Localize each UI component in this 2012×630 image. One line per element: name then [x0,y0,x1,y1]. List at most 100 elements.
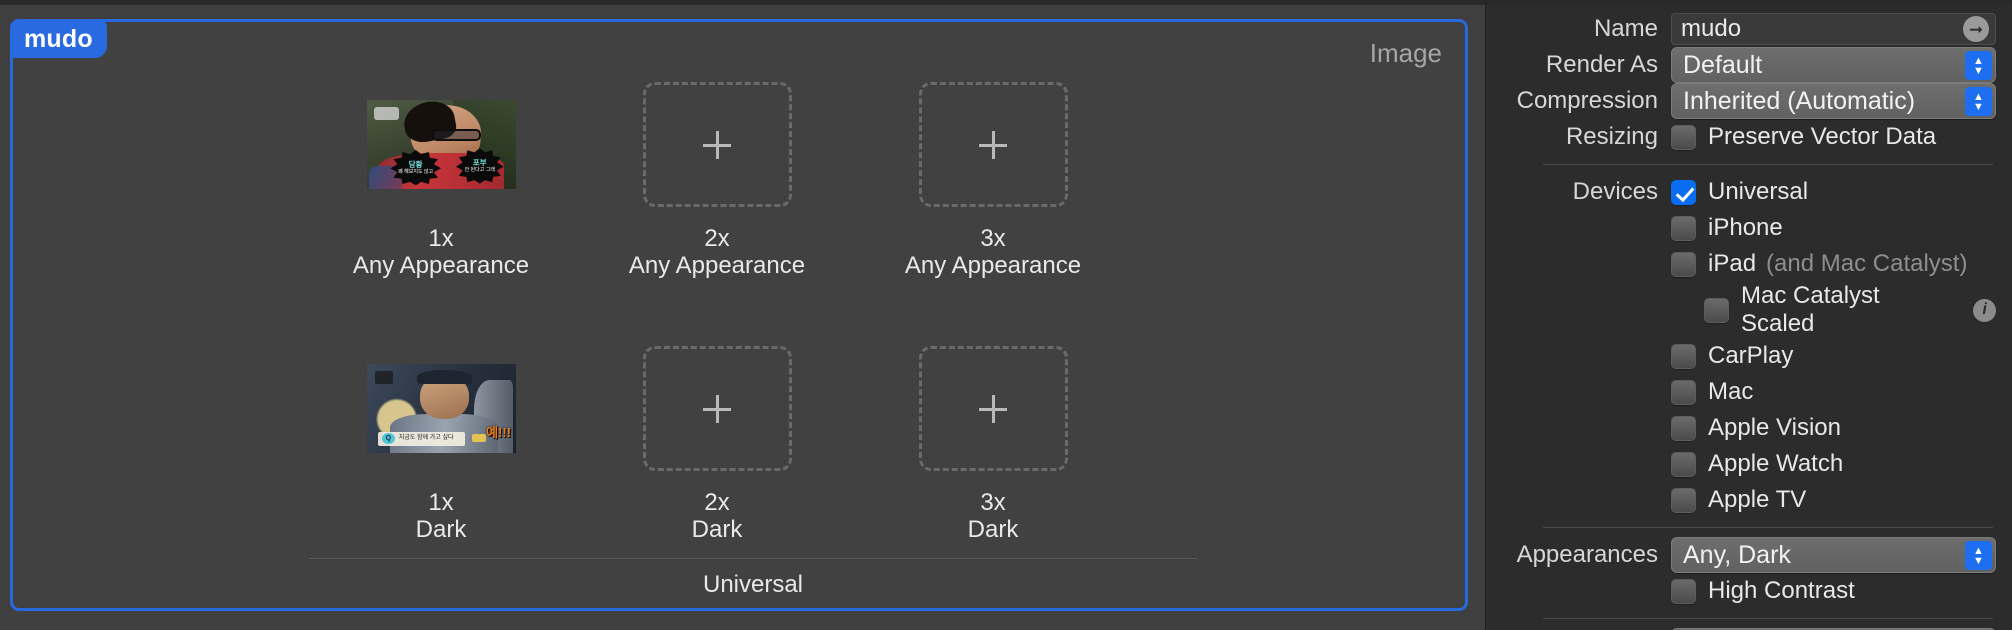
device-label-ipad: iPad [1708,250,1757,277]
device-checkbox-ipad[interactable] [1671,251,1696,277]
high-contrast-checkbox-row[interactable]: High Contrast [1671,574,1855,609]
asset-thumbnail-1x-any[interactable]: 당황 왜 해보지도 않고 포부 안 된다고 그래 [366,100,516,189]
row-appearances: Appearances Any, Dark ▲ ▼ [1486,537,2012,573]
broadcast-logo [375,371,394,384]
device-label-apple-vision: Apple Vision [1708,414,1841,441]
chevron-updown-icon[interactable]: ▲ ▼ [1965,541,1992,570]
device-checkbox-row-mac[interactable]: Mac [1671,375,1753,410]
name-label: Name [1593,15,1658,42]
device-checkbox-iphone[interactable] [1671,215,1696,241]
preserve-vector-data-checkbox[interactable] [1671,124,1696,150]
image-slot-grid: 당황 왜 해보지도 않고 포부 안 된다고 그래 1x Any Appearan… [303,82,1203,543]
subtitle-bar: Q 지금도 함께 가고 싶다 [378,431,465,446]
caption-title-left: 당황 [408,159,423,169]
device-checkbox-row-apple-tv[interactable]: Apple TV [1671,483,1806,518]
slot-image-frame[interactable] [642,82,792,207]
preserve-vector-data-checkbox-row[interactable]: Preserve Vector Data [1671,120,1936,155]
section-divider-bottom [1543,618,1993,619]
slot-row-spacer [303,279,1203,346]
row-device-mac: Mac [1486,374,2012,410]
slot-3x-dark[interactable]: 3x Dark [855,346,1131,543]
render-as-popup-button[interactable]: Default ▲ ▼ [1671,47,1996,83]
preserve-vector-data-label: Preserve Vector Data [1708,123,1937,150]
slot-caption: 2x Dark [692,489,743,543]
device-checkbox-row-ipad[interactable]: iPad (and Mac Catalyst) [1671,247,1967,282]
empty-slot-dropzone[interactable] [642,346,792,471]
slot-image-frame[interactable] [918,346,1068,471]
name-field-wrap: mudo ➞ [1671,13,1996,45]
arrow-right-circle-icon[interactable]: ➞ [1963,16,1989,42]
plus-icon [703,394,731,423]
info-icon[interactable]: i [1973,298,1996,322]
slot-1x-dark[interactable]: Q 지금도 함께 가고 싶다 예!!! 1x Dark [303,346,579,543]
row-device-iphone: iPhone [1486,210,2012,246]
slot-1x-any-appearance[interactable]: 당황 왜 해보지도 않고 포부 안 된다고 그래 1x Any Appearan… [303,82,579,279]
appearances-popup-button[interactable]: Any, Dark ▲ ▼ [1671,537,1996,573]
name-input[interactable]: mudo ➞ [1671,13,1996,45]
plus-icon [703,130,731,159]
photo-cap [417,370,473,385]
slot-image-frame[interactable] [642,346,792,471]
plus-icon [979,394,1007,423]
compression-field-wrap: Inherited (Automatic) ▲ ▼ [1671,83,1996,119]
device-checkbox-row-carplay[interactable]: CarPlay [1671,339,1793,374]
device-checkbox-apple-vision[interactable] [1671,415,1696,441]
resizing-label: Resizing [1565,123,1658,150]
device-checkbox-apple-watch[interactable] [1671,451,1696,477]
device-checkbox-apple-tv[interactable] [1671,487,1696,513]
device-checkbox-carplay[interactable] [1671,343,1696,369]
slot-2x-dark[interactable]: 2x Dark [579,346,855,543]
device-label-mac: Mac [1708,378,1754,405]
appearances-label: Appearances [1516,541,1658,568]
row-compression: Compression Inherited (Automatic) ▲ ▼ [1486,83,2012,119]
chevron-updown-icon[interactable]: ▲ ▼ [1965,87,1992,116]
devices-label: Devices [1572,178,1658,205]
empty-slot-dropzone[interactable] [642,82,792,207]
device-checkbox-row-apple-vision[interactable]: Apple Vision [1671,411,1841,446]
section-divider-devices [1543,164,1993,165]
render-as-value: Default [1683,50,1763,79]
slot-appearance-label: Any Appearance [628,252,806,279]
slot-image-frame[interactable]: Q 지금도 함께 가고 싶다 예!!! [366,346,516,471]
row-device-apple-vision: Apple Vision [1486,410,2012,446]
selected-asset-container[interactable]: mudo Image 당황 왜 해보지도 않고 포부 안 된다고 그래 1x A… [10,19,1468,611]
empty-slot-dropzone[interactable] [918,82,1068,207]
slot-image-frame[interactable]: 당황 왜 해보지도 않고 포부 안 된다고 그래 [366,82,516,207]
resizing-field-wrap: Preserve Vector Data [1671,120,1996,155]
slot-scale-label: 2x [704,489,730,516]
device-checkbox-universal[interactable] [1671,179,1696,205]
slot-image-frame[interactable] [918,82,1068,207]
compression-popup-button[interactable]: Inherited (Automatic) ▲ ▼ [1671,83,1996,119]
empty-slot-dropzone[interactable] [918,346,1068,471]
appearances-field-wrap: Any, Dark ▲ ▼ [1671,537,1996,573]
device-checkbox-row-mac-catalyst-scaled[interactable]: Mac Catalyst Scaled i [1704,282,1996,338]
slot-row-dark: Q 지금도 함께 가고 싶다 예!!! 1x Dark 2x Dark 3x D… [303,346,1203,543]
caption-body-left: 왜 해보지도 않고 [398,168,434,175]
row-high-contrast: High Contrast [1486,573,2012,609]
asset-thumbnail-1x-dark[interactable]: Q 지금도 함께 가고 싶다 예!!! [366,364,516,453]
attributes-inspector-pane: Name mudo ➞ Render As Default ▲ ▼ Compres… [1485,0,2012,630]
xcode-asset-catalog-window: mudo Image 당황 왜 해보지도 않고 포부 안 된다고 그래 1x A… [0,0,2012,630]
broadcast-logo [373,107,400,120]
device-checkbox-mac[interactable] [1671,379,1696,405]
device-sublabel-ipad: (and Mac Catalyst) [1766,250,1968,277]
shout-caption: 예!!! [486,424,512,440]
slot-caption: 3x Dark [968,489,1019,543]
high-contrast-checkbox[interactable] [1671,578,1696,604]
slot-3x-any-appearance[interactable]: 3x Any Appearance [855,82,1131,279]
device-checkbox-row-apple-watch[interactable]: Apple Watch [1671,447,1843,482]
grid-footer-divider [309,558,1197,559]
device-checkbox-row-universal[interactable]: Universal [1671,175,1808,210]
asset-kind-label: Image [1369,38,1442,68]
photo-badge [472,434,486,443]
row-render-as: Render As Default ▲ ▼ [1486,47,2012,83]
subtitle-text: 지금도 함께 가고 싶다 [398,435,454,442]
asset-name-tag[interactable]: mudo [11,20,107,58]
device-checkbox-mac-catalyst-scaled[interactable] [1704,297,1729,323]
section-divider-appearances [1543,527,1993,528]
chevron-updown-icon[interactable]: ▲ ▼ [1965,51,1992,80]
slot-scale-label: 2x [704,225,730,252]
slot-2x-any-appearance[interactable]: 2x Any Appearance [579,82,855,279]
device-checkbox-row-iphone[interactable]: iPhone [1671,211,1783,246]
row-device-apple-tv: Apple TV [1486,482,2012,518]
